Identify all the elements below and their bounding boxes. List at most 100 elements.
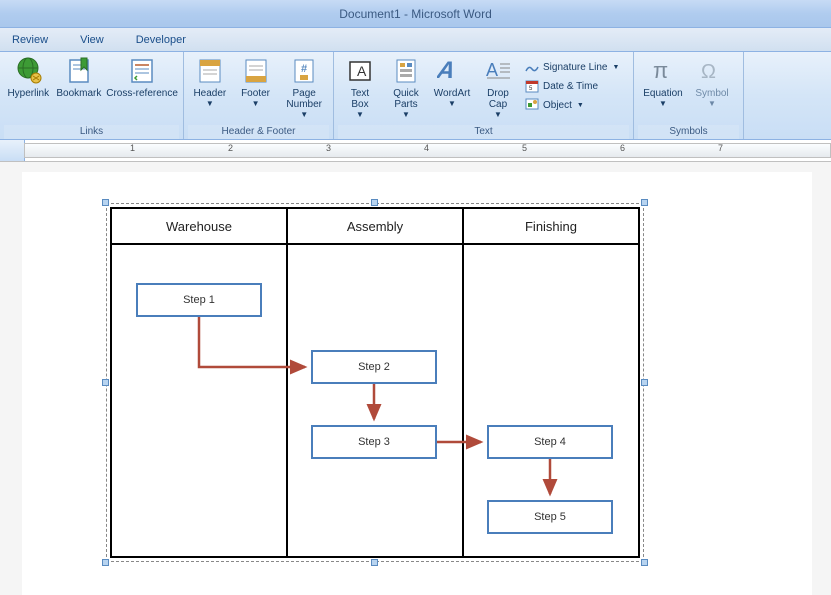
footer-button[interactable]: Footer ▼ [234,54,278,122]
titlebar: Document1 - Microsoft Word [0,0,831,28]
equation-label: Equation [643,88,682,99]
dropdown-indicator: ▼ [206,99,214,108]
symbol-label: Symbol [695,88,728,99]
ruler-mark: 1 [130,143,135,153]
step-label: Step 2 [358,361,390,373]
group-symbols: π Equation ▼ Ω Symbol ▼ Symbols [634,52,744,139]
quick-parts-button[interactable]: Quick Parts ▼ [384,54,428,122]
dropdown-indicator: ▼ [494,110,502,119]
svg-text:π: π [653,58,668,83]
dropdown-indicator: ▼ [356,110,364,119]
resize-handle[interactable] [641,559,648,566]
signature-line-label: Signature Line [543,62,608,73]
date-time-button[interactable]: 5 Date & Time [522,77,621,95]
resize-handle[interactable] [371,559,378,566]
lane-header: Warehouse [112,209,286,245]
ruler-mark: 7 [718,143,723,153]
cross-reference-button[interactable]: Cross-reference [105,54,179,122]
ribbon-tabs: Review View Developer [0,28,831,52]
tab-developer[interactable]: Developer [128,30,194,50]
equation-button[interactable]: π Equation ▼ [638,54,688,122]
dropdown-indicator: ▼ [577,102,584,109]
tab-view[interactable]: View [72,30,112,50]
group-text-label: Text [338,125,629,139]
svg-text:#: # [301,63,307,75]
page-number-icon: # [289,56,319,86]
object-button[interactable]: Object ▼ [522,96,621,114]
document-canvas[interactable]: Warehouse Assembly Finishing Step 1 Step… [0,162,831,595]
dropdown-indicator: ▼ [448,99,456,108]
symbol-button[interactable]: Ω Symbol ▼ [690,54,734,122]
object-icon [524,97,540,113]
resize-handle[interactable] [641,379,648,386]
swimlane-diagram[interactable]: Warehouse Assembly Finishing Step 1 Step… [110,207,640,558]
resize-handle[interactable] [102,559,109,566]
footer-icon [241,56,271,86]
bookmark-icon [64,56,94,86]
drop-cap-label: Drop Cap [487,88,509,110]
lane-warehouse[interactable]: Warehouse [112,209,288,556]
group-text: A Text Box ▼ Quick Parts ▼ A WordArt ▼ [334,52,634,139]
dropdown-indicator: ▼ [659,99,667,108]
svg-text:Ω: Ω [701,61,716,83]
text-box-label: Text Box [351,88,369,110]
ruler-mark: 4 [424,143,429,153]
quick-parts-icon [391,56,421,86]
dropdown-indicator: ▼ [300,110,308,119]
hyperlink-button[interactable]: Hyperlink [4,54,53,122]
step-1-box[interactable]: Step 1 [136,283,262,317]
hyperlink-label: Hyperlink [7,88,49,99]
svg-text:A: A [357,63,367,79]
resize-handle[interactable] [102,199,109,206]
ruler-mark: 6 [620,143,625,153]
calendar-icon: 5 [524,78,540,94]
text-box-button[interactable]: A Text Box ▼ [338,54,382,122]
wordart-label: WordArt [434,88,471,99]
step-3-box[interactable]: Step 3 [311,425,437,459]
header-icon [195,56,225,86]
drop-cap-button[interactable]: A Drop Cap ▼ [476,54,520,122]
dropdown-indicator: ▼ [708,99,716,108]
signature-line-button[interactable]: Signature Line ▼ [522,58,621,76]
group-header-footer: Header ▼ Footer ▼ # Page Number ▼ Header… [184,52,334,139]
bookmark-button[interactable]: Bookmark [55,54,104,122]
object-label: Object [543,100,572,111]
svg-text:A: A [486,60,498,80]
header-button[interactable]: Header ▼ [188,54,232,122]
tab-review[interactable]: Review [4,30,56,50]
dropdown-indicator: ▼ [252,99,260,108]
step-4-box[interactable]: Step 4 [487,425,613,459]
wordart-icon: A [437,56,467,86]
cross-reference-label: Cross-reference [106,88,178,99]
resize-handle[interactable] [102,379,109,386]
group-links: Hyperlink Bookmark Cross-reference Links [0,52,184,139]
globe-link-icon [13,56,43,86]
wordart-button[interactable]: A WordArt ▼ [430,54,474,122]
date-time-label: Date & Time [543,81,598,92]
resize-handle[interactable] [371,199,378,206]
lane-header: Finishing [464,209,638,245]
signature-icon [524,59,540,75]
bookmark-label: Bookmark [56,88,101,99]
ruler-mark: 2 [228,143,233,153]
resize-handle[interactable] [641,199,648,206]
group-links-label: Links [4,125,179,139]
omega-icon: Ω [697,56,727,86]
page-number-button[interactable]: # Page Number ▼ [279,54,329,122]
step-label: Step 5 [534,511,566,523]
page-number-label: Page Number [286,88,322,110]
quick-parts-label: Quick Parts [393,88,419,110]
page: Warehouse Assembly Finishing Step 1 Step… [22,172,812,595]
pi-icon: π [648,56,678,86]
drawing-canvas-selected[interactable]: Warehouse Assembly Finishing Step 1 Step… [106,203,644,562]
cross-reference-icon [127,56,157,86]
horizontal-ruler[interactable]: 1 2 3 4 5 6 7 [0,140,831,162]
dropdown-indicator: ▼ [613,64,620,71]
footer-label: Footer [241,88,270,99]
header-label: Header [193,88,226,99]
group-symbols-label: Symbols [638,125,739,139]
step-label: Step 1 [183,294,215,306]
step-5-box[interactable]: Step 5 [487,500,613,534]
step-2-box[interactable]: Step 2 [311,350,437,384]
window-title: Document1 - Microsoft Word [339,7,492,21]
